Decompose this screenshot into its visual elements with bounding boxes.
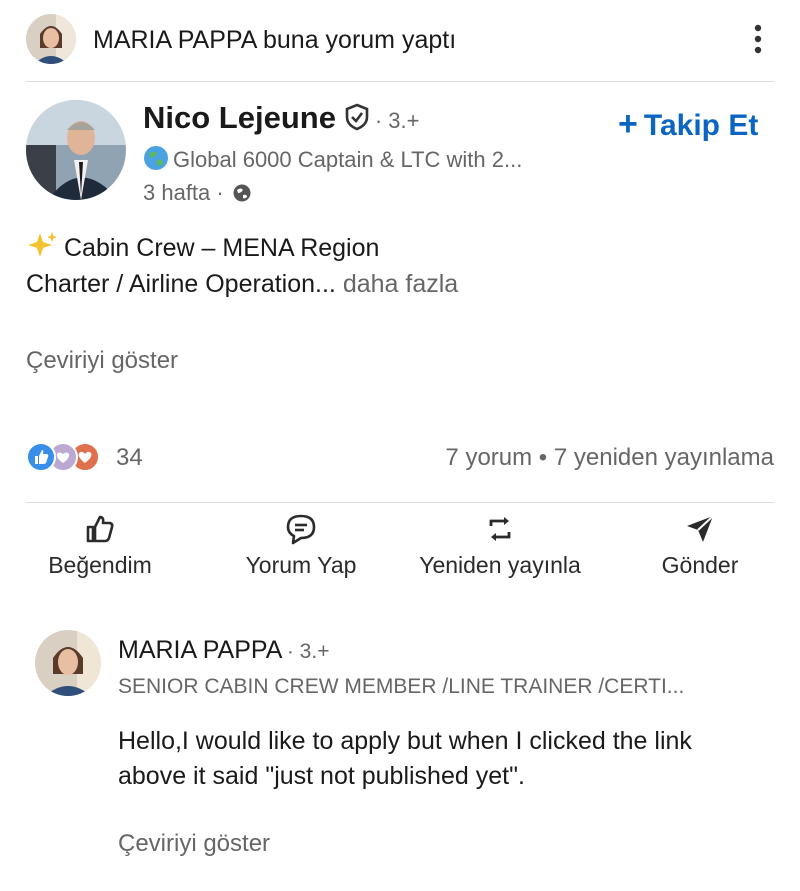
activity-action: buna yorum yaptı	[262, 26, 457, 54]
reaction-icons[interactable]	[26, 442, 106, 472]
post-body-line-1: Cabin Crew – MENA Region	[26, 231, 379, 266]
like-button[interactable]: Beğendim	[40, 512, 160, 579]
like-label: Beğendim	[48, 552, 152, 578]
post-author-degree: · 3.+	[374, 108, 420, 133]
comment-author-line: MARIA PAPPA · 3.+	[118, 636, 329, 665]
follow-label: Takip Et	[643, 109, 759, 142]
comment-author-headline: SENIOR CABIN CREW MEMBER /LINE TRAINER /…	[118, 675, 685, 698]
send-label: Gönder	[661, 552, 739, 578]
verified-shield-icon	[344, 103, 370, 136]
post-translate-link[interactable]: Çeviriyi göster	[26, 347, 178, 375]
activity-text: MARIA PAPPA buna yorum yaptı	[93, 26, 456, 55]
comment-author-degree: · 3.+	[286, 640, 330, 663]
like-reaction-icon	[26, 442, 56, 472]
more-vertical-icon[interactable]	[748, 22, 768, 58]
header-divider	[26, 81, 774, 82]
send-icon	[683, 512, 717, 546]
repost-button[interactable]: Yeniden yayınla	[410, 512, 590, 579]
comment-icon	[284, 512, 318, 546]
comments-reposts-count[interactable]: 7 yorum • 7 yeniden yayınlama	[445, 444, 774, 472]
reaction-count[interactable]: 34	[116, 444, 143, 472]
plus-icon: +	[618, 105, 638, 143]
social-divider	[26, 502, 774, 503]
post-author-avatar[interactable]	[26, 100, 126, 200]
post-body-line-2: Charter / Airline Operation... daha fazl…	[26, 270, 458, 299]
globe-icon	[232, 183, 252, 209]
activity-actor-avatar[interactable]	[26, 14, 76, 64]
send-button[interactable]: Gönder	[650, 512, 750, 579]
comment-text: Hello,I would like to apply but when I c…	[118, 727, 692, 790]
post-author-headline-line: Global 6000 Captain & LTC with 2...	[143, 145, 522, 177]
post-time: 3 hafta ·	[143, 180, 224, 205]
post-author-name[interactable]: Nico Lejeune	[143, 100, 336, 135]
comment-button[interactable]: Yorum Yap	[236, 512, 366, 579]
comment-author-name[interactable]: MARIA PAPPA	[118, 636, 282, 664]
globe-emoji-icon	[143, 145, 169, 177]
post-body-text-1: Cabin Crew – MENA Region	[64, 234, 380, 262]
post-time-line: 3 hafta ·	[143, 180, 252, 209]
sparkles-icon	[26, 231, 58, 266]
comment-translate-link[interactable]: Çeviriyi göster	[118, 830, 270, 858]
comment-label: Yorum Yap	[245, 552, 357, 578]
thumbs-up-icon	[83, 512, 117, 546]
activity-actor-name[interactable]: MARIA PAPPA	[93, 26, 256, 54]
repost-label: Yeniden yayınla	[419, 552, 581, 578]
see-more-link[interactable]: daha fazla	[343, 270, 458, 298]
comment-author-avatar[interactable]	[35, 630, 101, 696]
post-body-text-2: Charter / Airline Operation...	[26, 270, 336, 298]
post-author-headline: Global 6000 Captain & LTC with 2...	[173, 147, 523, 172]
post-author-line: Nico Lejeune · 3.+	[143, 100, 419, 136]
follow-button[interactable]: + Takip Et	[618, 105, 758, 144]
repost-icon	[483, 512, 517, 546]
